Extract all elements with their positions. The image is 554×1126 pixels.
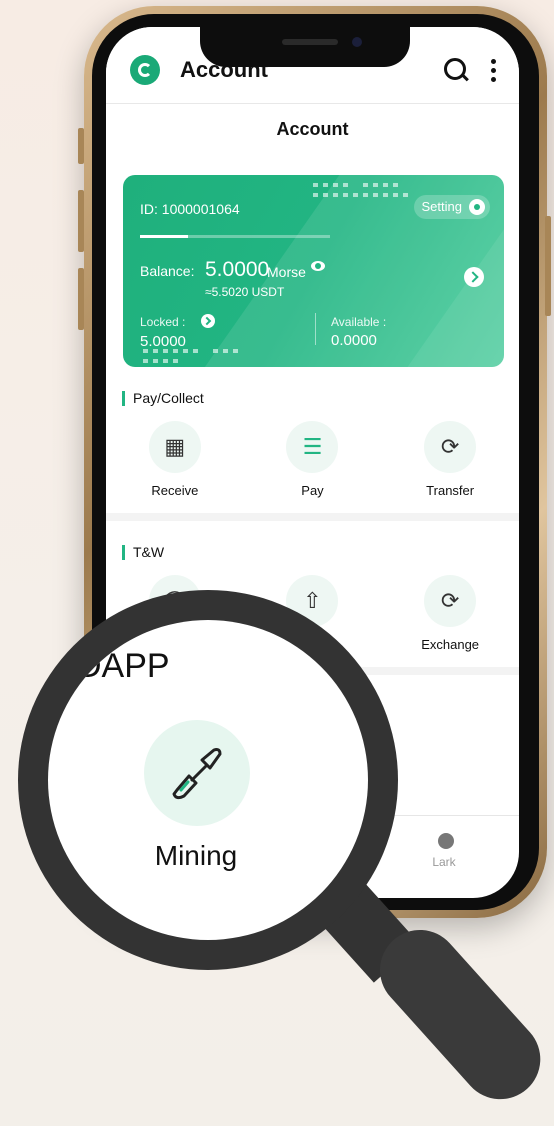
setting-button[interactable]: Setting bbox=[413, 195, 490, 219]
side-button-left-low bbox=[78, 268, 84, 330]
card-decor-dots bbox=[213, 349, 243, 353]
card-progress-bar bbox=[140, 235, 330, 238]
tile-exchange[interactable]: ⟳ Exchange bbox=[390, 575, 510, 652]
magnifier-handle bbox=[363, 913, 554, 1116]
balance-usdt: ≈5.5020 USDT bbox=[205, 285, 285, 299]
locked-arrow-icon[interactable] bbox=[201, 314, 215, 328]
setting-label: Setting bbox=[421, 199, 462, 214]
locked-label: Locked : bbox=[140, 315, 186, 329]
barcode-scan-icon: ☰ bbox=[286, 421, 339, 473]
shovel-icon bbox=[172, 748, 222, 800]
pay-collect-grid: ▦ Receive ☰ Pay ⟳ Transfer bbox=[106, 421, 519, 498]
more-menu-icon[interactable] bbox=[491, 59, 496, 83]
card-decor-dots bbox=[313, 193, 413, 197]
tile-label: Pay bbox=[301, 483, 324, 498]
card-detail-arrow-icon[interactable] bbox=[464, 267, 484, 287]
card-decor-dots bbox=[143, 349, 203, 353]
side-button-left-top bbox=[78, 128, 84, 164]
side-button-right bbox=[545, 216, 551, 316]
tab-lark[interactable]: Lark bbox=[424, 855, 464, 869]
card-decor-dots bbox=[143, 359, 183, 363]
phone-notch bbox=[200, 27, 410, 67]
tile-label: Transfer bbox=[426, 483, 475, 498]
available-value: 0.0000 bbox=[331, 332, 377, 349]
gear-icon bbox=[469, 199, 485, 215]
tile-label: Exchange bbox=[421, 637, 480, 652]
magnifier-lens: DAPP Mining bbox=[48, 620, 368, 940]
eye-icon[interactable] bbox=[311, 261, 325, 271]
app-logo-icon bbox=[130, 55, 160, 85]
tile-receive[interactable]: ▦ Receive bbox=[115, 421, 235, 498]
account-card: ID: 1000001064 Setting Balance: 5.0000 M… bbox=[123, 175, 504, 367]
mining-tile[interactable] bbox=[144, 720, 250, 826]
section-gap bbox=[106, 513, 519, 521]
section-title-tw: T&W bbox=[122, 545, 164, 560]
card-decor-dots bbox=[363, 183, 403, 187]
card-divider bbox=[315, 313, 316, 345]
page-title: Account bbox=[276, 119, 349, 139]
search-icon[interactable] bbox=[444, 58, 466, 80]
account-id: ID: 1000001064 bbox=[140, 201, 240, 217]
available-label: Available : bbox=[331, 315, 387, 329]
locked-value: 5.0000 bbox=[140, 333, 186, 350]
mining-label: Mining bbox=[154, 840, 238, 871]
tile-transfer[interactable]: ⟳ Transfer bbox=[390, 421, 510, 498]
balance-unit: Morse bbox=[267, 264, 306, 280]
qr-code-icon: ▦ bbox=[148, 421, 201, 473]
tile-label: Receive bbox=[151, 483, 199, 498]
tile-pay[interactable]: ☰ Pay bbox=[252, 421, 372, 498]
section-title-pay-collect: Pay/Collect bbox=[122, 391, 204, 406]
lark-tab-icon[interactable] bbox=[438, 833, 454, 849]
balance-value: 5.0000 bbox=[205, 258, 270, 281]
transfer-user-icon: ⟳ bbox=[424, 421, 477, 473]
balance-label: Balance: bbox=[140, 263, 195, 279]
speaker-grille bbox=[282, 39, 338, 45]
front-camera bbox=[352, 37, 362, 47]
card-decor-dots bbox=[313, 183, 353, 187]
side-button-left-mid bbox=[78, 190, 84, 252]
exchange-user-icon: ⟳ bbox=[424, 575, 477, 627]
dapp-section-title: DAPP bbox=[77, 647, 170, 685]
